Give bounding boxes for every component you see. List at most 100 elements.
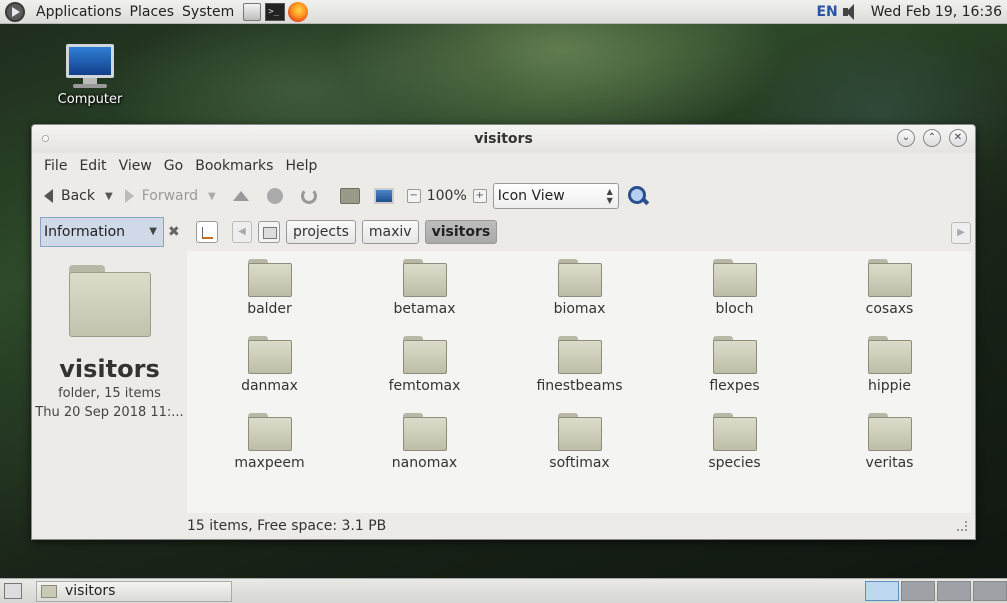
folder-body [68,272,151,337]
breadcrumb-next-button[interactable]: ▶ [951,222,971,244]
folder-item[interactable]: balder [192,259,347,336]
system-menu[interactable]: System [178,4,238,20]
menu-edit[interactable]: Edit [73,158,112,174]
folder-item[interactable]: flexpes [657,336,812,413]
folder-name: hippie [867,378,912,394]
applications-menu[interactable]: Applications [32,4,126,20]
folder-icon [402,259,447,297]
info-folder-type: folder, 15 items [58,386,161,401]
zoom-in-button[interactable]: + [472,189,487,203]
taskbar-item-visitors[interactable]: visitors [36,580,232,602]
folder-item[interactable]: maxpeem [192,413,347,490]
folder-body [402,263,447,297]
up-button[interactable] [231,186,251,206]
menu-bookmarks[interactable]: Bookmarks [189,158,279,174]
folder-body [867,340,912,374]
folder-name: balder [247,301,292,317]
folder-name: nanomax [391,455,458,471]
monitor-base [73,84,107,88]
menubar: File Edit View Go Bookmarks Help [32,153,975,179]
sidebar-mode-value: Information [44,224,126,240]
workspace-3[interactable] [937,581,971,601]
folder-item[interactable]: cosaxs [812,259,967,336]
forward-button[interactable]: Forward [121,182,202,210]
folder-name: betamax [393,301,456,317]
folder-icon [41,584,57,598]
close-sidebar-icon[interactable]: ✖ [168,224,182,240]
folder-name: bloch [715,301,754,317]
terminal-launcher-icon[interactable]: >_ [265,2,286,21]
folder-name: softimax [549,455,610,471]
toolbar: Back ▼ Forward ▼ − 100% + Icon View ▲ ▼ [32,179,975,213]
workspace-1[interactable] [865,581,899,601]
titlebar[interactable]: visitors ⌄ ⌃ ✕ [32,125,975,153]
show-desktop-icon[interactable] [4,583,22,599]
home-button[interactable] [339,186,360,206]
folder-icon [68,265,151,337]
sidebar-mode-select[interactable]: Information ▼ [40,217,164,247]
folder-item[interactable]: finestbeams [502,336,657,413]
window-menu-icon[interactable] [42,135,49,142]
minimize-button[interactable]: ⌄ [897,129,915,147]
reload-button[interactable] [299,186,319,206]
menu-help[interactable]: Help [279,158,323,174]
breadcrumb-root-button[interactable] [258,221,280,243]
folder-item[interactable]: softimax [502,413,657,490]
folder-item[interactable]: danmax [192,336,347,413]
clock[interactable]: Wed Feb 19, 16:36 [871,4,1002,20]
forward-history-dropdown[interactable]: ▼ [208,191,216,202]
folder-item[interactable]: nanomax [347,413,502,490]
window-title: visitors [474,131,533,147]
workspace-4[interactable] [973,581,1007,601]
search-icon[interactable] [627,185,649,207]
menu-file[interactable]: File [38,158,73,174]
folder-item[interactable]: veritas [812,413,967,490]
maximize-button[interactable]: ⌃ [923,129,941,147]
view-mode-select[interactable]: Icon View ▲ ▼ [492,183,619,209]
folder-item[interactable]: biomax [502,259,657,336]
back-arrow-icon [44,189,53,203]
folder-item[interactable]: bloch [657,259,812,336]
places-menu[interactable]: Places [126,4,179,20]
folder-item[interactable]: femtomax [347,336,502,413]
menu-go[interactable]: Go [158,158,189,174]
zoom-out-button[interactable]: − [406,189,421,203]
folder-body [247,263,292,297]
folder-icon [247,413,292,451]
breadcrumb-projects[interactable]: projects [286,220,356,244]
select-arrows-icon: ▲ ▼ [606,187,613,205]
keyboard-layout-indicator[interactable]: EN [816,4,837,20]
folder-icon [867,413,912,451]
folder-item[interactable]: betamax [347,259,502,336]
icon-view[interactable]: balder betamax biomax bloch cosaxs danmax femt… [187,251,971,513]
firefox-launcher-icon[interactable] [288,1,309,22]
workspace-2[interactable] [901,581,935,601]
folder-icon [557,336,602,374]
menu-view[interactable]: View [113,158,158,174]
folder-item[interactable]: species [657,413,812,490]
resize-grip-icon[interactable] [957,521,967,531]
mate-logo-icon[interactable] [5,1,25,22]
edit-location-button[interactable] [196,221,218,243]
forward-arrow-icon [124,189,134,203]
volume-icon[interactable] [842,3,865,20]
folder-body [712,340,757,374]
breadcrumb-prev-button[interactable]: ◀ [232,221,252,243]
folder-body [712,417,757,451]
breadcrumb-maxiv[interactable]: maxiv [361,220,419,244]
back-history-dropdown[interactable]: ▼ [105,191,113,202]
breadcrumb-visitors[interactable]: visitors [424,220,498,244]
folder-name: biomax [553,301,606,317]
back-button[interactable]: Back [40,182,99,210]
forward-label: Forward [141,188,199,204]
folder-item[interactable]: hippie [812,336,967,413]
computer-icon [66,44,114,78]
close-button[interactable]: ✕ [949,129,967,147]
computer-button[interactable] [373,186,394,206]
stop-button[interactable] [265,186,285,206]
desktop-computer-icon[interactable]: Computer [52,44,128,107]
folder-name: species [708,455,761,471]
chevron-down-icon: ▼ [149,226,157,237]
folder-icon [557,413,602,451]
file-manager-launcher-icon[interactable] [243,2,262,21]
